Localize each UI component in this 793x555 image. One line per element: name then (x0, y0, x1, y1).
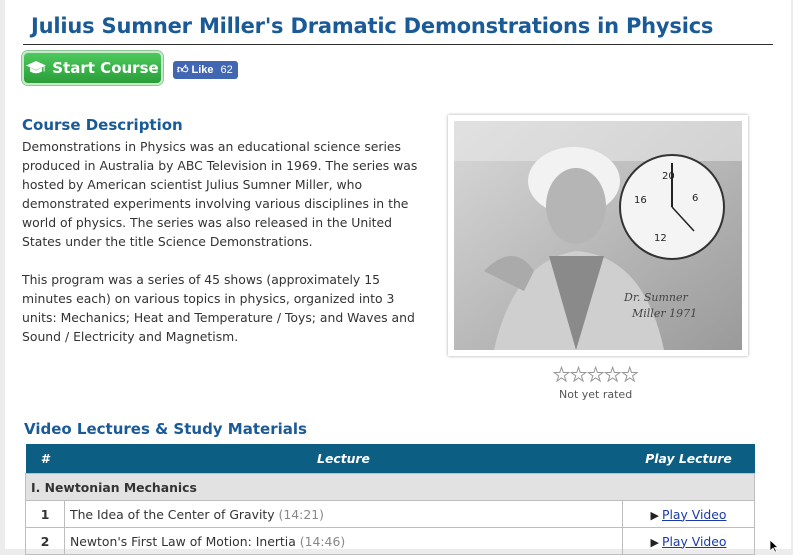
play-arrow-icon: ▶ (650, 535, 659, 549)
lecture-cell: The Idea of the Center of Gravity (14:21… (64, 500, 623, 528)
svg-text:20: 20 (662, 171, 675, 182)
facebook-like-label: Like (191, 63, 214, 76)
column-header-num: # (25, 444, 65, 474)
lecture-title[interactable]: The Idea of the Center of Gravity (70, 507, 275, 522)
description-paragraph: Demonstrations in Physics was an educati… (22, 139, 418, 249)
course-photo: 20 6 16 12 Dr. Sumner Miller 1971 (448, 115, 748, 356)
course-description-heading: Course Description (22, 116, 183, 134)
course-page: Julius Sumner Miller's Dramatic Demonstr… (5, 0, 791, 555)
column-header-lecture: Lecture (64, 444, 623, 474)
page-title: Julius Sumner Miller's Dramatic Demonstr… (31, 14, 714, 38)
unit-title: I. Newtonian Mechanics (25, 473, 755, 501)
facebook-like-count: 62 (220, 63, 233, 76)
start-course-button[interactable]: Start Course (22, 51, 163, 85)
star-icon[interactable]: ★ (570, 366, 588, 386)
star-icon[interactable]: ★ (604, 366, 622, 386)
lecture-number: 1 (25, 500, 65, 528)
star-icon[interactable]: ★ (587, 366, 605, 386)
star-icon[interactable]: ★ (552, 366, 570, 386)
table-row: 2 Newton's First Law of Motion: Inertia … (25, 527, 755, 555)
course-photo-image: 20 6 16 12 Dr. Sumner Miller 1971 (454, 121, 742, 350)
play-video-link[interactable]: Play Video (662, 534, 727, 549)
column-header-play: Play Lecture (622, 444, 755, 474)
facebook-like-button[interactable]: 👍︎ Like 62 (173, 60, 238, 79)
rating-label: Not yet rated (559, 388, 633, 401)
play-cell: ▶ Play Video (622, 500, 755, 528)
facebook-thumb-icon: 👍︎ (177, 64, 189, 76)
facebook-like-widget[interactable]: 👍︎ Like 62 (173, 60, 239, 79)
svg-text:12: 12 (654, 233, 667, 244)
description-paragraph: This program was a series of 45 shows (a… (22, 272, 415, 344)
play-arrow-icon: ▶ (650, 508, 659, 522)
play-video-link[interactable]: Play Video (662, 507, 727, 522)
star-icon[interactable]: ★ (621, 366, 639, 386)
lecture-title[interactable]: Newton's First Law of Motion: Inertia (70, 534, 296, 549)
lecture-duration: (14:46) (299, 533, 346, 549)
lecture-cell: Newton's First Law of Motion: Inertia (1… (64, 527, 623, 555)
title-divider (23, 44, 773, 45)
course-description: Demonstrations in Physics was an educati… (22, 137, 424, 365)
table-row: 1 The Idea of the Center of Gravity (14:… (25, 500, 755, 528)
unit-row: I. Newtonian Mechanics (25, 473, 755, 501)
start-course-label: Start Course (52, 59, 159, 77)
table-header-row: # Lecture Play Lecture (25, 444, 755, 474)
rating-stars[interactable]: ★ ★ ★ ★ ★ (552, 366, 639, 386)
mouse-cursor-icon (770, 540, 780, 552)
graduation-cap-icon (26, 61, 47, 74)
play-cell: ▶ Play Video (622, 527, 755, 555)
svg-text:Miller 1971: Miller 1971 (631, 307, 697, 320)
svg-text:16: 16 (634, 195, 647, 206)
lecture-table: # Lecture Play Lecture I. Newtonian Mech… (25, 444, 755, 555)
svg-text:6: 6 (692, 193, 698, 204)
svg-text:Dr. Sumner: Dr. Sumner (623, 291, 689, 304)
lecture-duration: (14:21) (278, 506, 324, 522)
lecture-number: 2 (25, 527, 65, 555)
video-lectures-heading: Video Lectures & Study Materials (24, 420, 307, 438)
